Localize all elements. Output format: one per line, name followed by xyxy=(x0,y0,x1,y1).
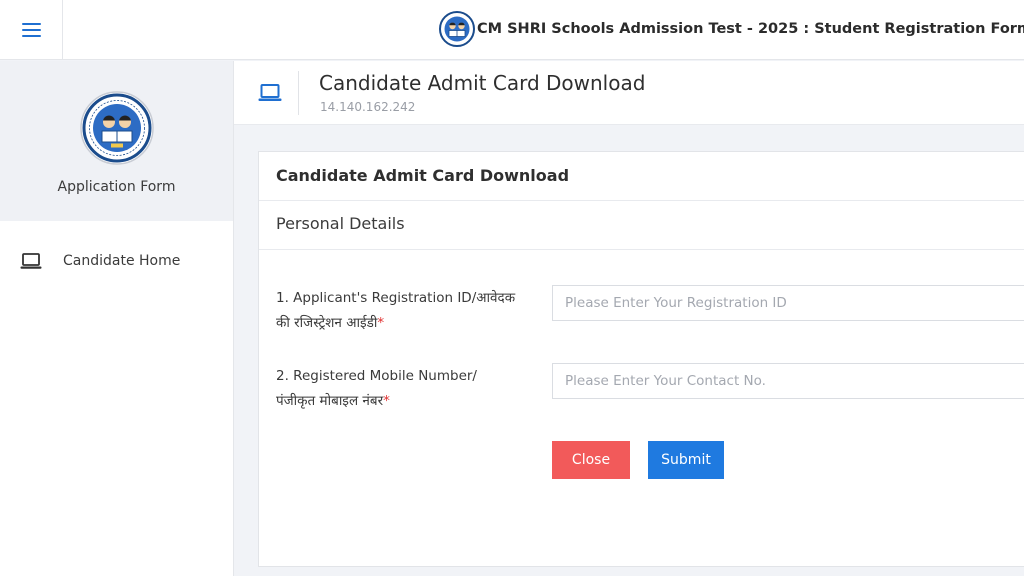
close-button[interactable]: Close xyxy=(552,441,630,479)
admit-card-form: Candidate Admit Card Download Personal D… xyxy=(258,151,1024,567)
mobile-number-label-line2: पंजीकृत मोबाइल नंबर xyxy=(276,393,384,409)
registration-id-label: 1. Applicant's Registration ID/आवेदक की … xyxy=(276,286,538,336)
brand: CM SHRI Schools Admission Test - 2025 : … xyxy=(439,10,1024,48)
sidebar-profile-label: Application Form xyxy=(57,179,176,195)
sidebar-item-candidate-home[interactable]: Candidate Home xyxy=(0,243,233,279)
submit-button[interactable]: Submit xyxy=(648,441,724,479)
ip-address: 14.140.162.242 xyxy=(320,100,416,114)
sidebar-profile: Application Form xyxy=(0,61,233,221)
mobile-number-input[interactable] xyxy=(552,363,1024,399)
registration-id-input[interactable] xyxy=(552,285,1024,321)
required-mark: * xyxy=(377,315,385,331)
top-bar: CM SHRI Schools Admission Test - 2025 : … xyxy=(0,0,1024,60)
section-title: Personal Details xyxy=(259,201,1024,250)
page-title: Candidate Admit Card Download xyxy=(319,71,646,95)
page-header: Candidate Admit Card Download 14.140.162… xyxy=(234,61,1024,125)
header-divider xyxy=(298,71,299,115)
sidebar: Application Form Candidate Home xyxy=(0,61,234,576)
mobile-number-label-line1: 2. Registered Mobile Number/ xyxy=(276,368,477,384)
required-mark: * xyxy=(383,393,390,409)
sidebar-item-label: Candidate Home xyxy=(63,253,181,269)
hamburger-menu-icon[interactable] xyxy=(0,0,63,60)
registration-id-label-line1: 1. Applicant's Registration ID/आवेदक xyxy=(276,290,516,306)
registration-id-label-line2: की रजिस्ट्रेशन आईडी xyxy=(276,315,378,331)
app-title: CM SHRI Schools Admission Test - 2025 : … xyxy=(477,21,1024,37)
laptop-icon xyxy=(20,253,42,269)
department-logo-icon xyxy=(79,91,154,165)
school-emblem-icon xyxy=(439,11,475,47)
mobile-number-label: 2. Registered Mobile Number/ पंजीकृत मोब… xyxy=(276,364,538,414)
card-title: Candidate Admit Card Download xyxy=(259,152,1024,201)
laptop-icon xyxy=(258,84,282,101)
